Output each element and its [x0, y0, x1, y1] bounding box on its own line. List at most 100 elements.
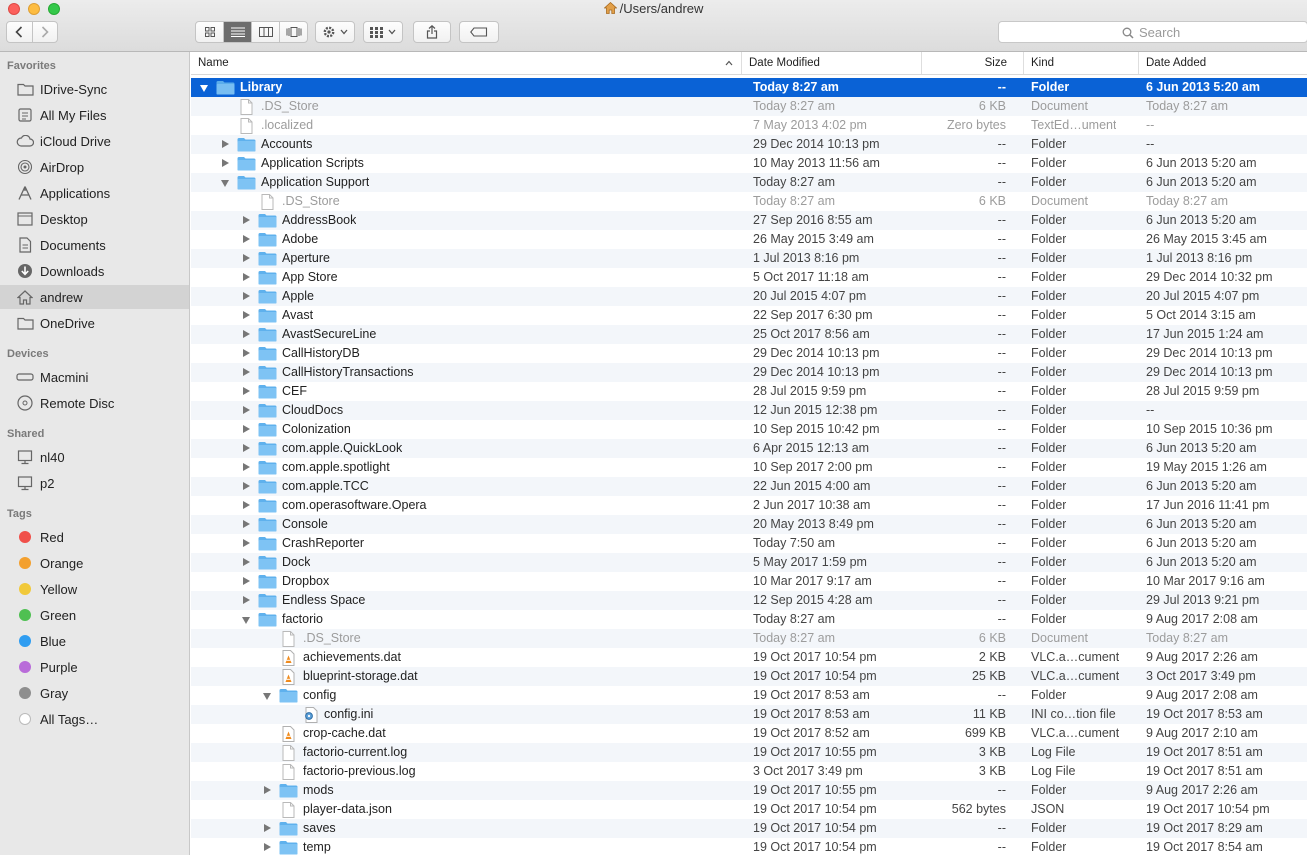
- folder-row[interactable]: Aperture 1 Jul 2013 8:16 pm -- Folder 1 Jul …: [191, 249, 1307, 268]
- sidebar-item-macmini[interactable]: Macmini: [0, 365, 189, 389]
- column-date-modified[interactable]: Date Modified: [741, 52, 921, 74]
- folder-row[interactable]: AddressBook 27 Sep 2016 8:55 am -- Folder 6 …: [191, 211, 1307, 230]
- sidebar-item-onedrive[interactable]: OneDrive: [0, 311, 189, 335]
- folder-row[interactable]: mods 19 Oct 2017 10:55 pm -- Folder 9 Aug 20…: [191, 781, 1307, 800]
- file-row[interactable]: .DS_Store Today 8:27 am 6 KB Document Today …: [191, 192, 1307, 211]
- cover-flow-view-button[interactable]: [280, 22, 307, 42]
- sidebar-tag-orange[interactable]: Orange: [0, 551, 189, 575]
- column-view-button[interactable]: [252, 22, 280, 42]
- icon-view-button[interactable]: [196, 22, 224, 42]
- disclosure-closed-icon[interactable]: [222, 159, 229, 167]
- folder-row[interactable]: config 19 Oct 2017 8:53 am -- Folder 9 Aug 2…: [191, 686, 1307, 705]
- disclosure-closed-icon[interactable]: [243, 482, 250, 490]
- folder-row[interactable]: Apple 20 Jul 2015 4:07 pm -- Folder 20 Jul 2…: [191, 287, 1307, 306]
- file-row[interactable]: .DS_Store Today 8:27 am 6 KB Document Today …: [191, 97, 1307, 116]
- folder-row[interactable]: Application Scripts 10 May 2013 11:56 am -…: [191, 154, 1307, 173]
- folder-row[interactable]: CrashReporter Today 7:50 am -- Folder 6 Jun …: [191, 534, 1307, 553]
- folder-row[interactable]: CEF 28 Jul 2015 9:59 pm -- Folder 28 Jul 201…: [191, 382, 1307, 401]
- folder-row[interactable]: CloudDocs 12 Jun 2015 12:38 pm -- Folder --: [191, 401, 1307, 420]
- sidebar-tag-yellow[interactable]: Yellow: [0, 577, 189, 601]
- folder-row[interactable]: temp 19 Oct 2017 10:54 pm -- Folder 19 Oct 2…: [191, 838, 1307, 855]
- disclosure-closed-icon[interactable]: [243, 596, 250, 604]
- disclosure-closed-icon[interactable]: [264, 786, 271, 794]
- sidebar-tag-purple[interactable]: Purple: [0, 655, 189, 679]
- folder-row[interactable]: Console 20 May 2013 8:49 pm -- Folder 6 Jun …: [191, 515, 1307, 534]
- disclosure-closed-icon[interactable]: [264, 843, 271, 851]
- sidebar-tag-red[interactable]: Red: [0, 525, 189, 549]
- folder-row[interactable]: Colonization 10 Sep 2015 10:42 pm -- Folder…: [191, 420, 1307, 439]
- folder-row[interactable]: Endless Space 12 Sep 2015 4:28 am -- Folder…: [191, 591, 1307, 610]
- disclosure-closed-icon[interactable]: [243, 330, 250, 338]
- action-menu-button[interactable]: [315, 21, 355, 43]
- disclosure-closed-icon[interactable]: [222, 140, 229, 148]
- folder-row[interactable]: Dock 5 May 2017 1:59 pm -- Folder 6 Jun 2013…: [191, 553, 1307, 572]
- column-date-added[interactable]: Date Added: [1138, 52, 1307, 74]
- column-size[interactable]: Size: [921, 52, 1013, 74]
- sidebar-item-p2[interactable]: p2: [0, 471, 189, 495]
- folder-row[interactable]: Adobe 26 May 2015 3:49 am -- Folder 26 May 2…: [191, 230, 1307, 249]
- sidebar-item-applications[interactable]: Applications: [0, 181, 189, 205]
- disclosure-closed-icon[interactable]: [243, 292, 250, 300]
- sidebar-tag-blue[interactable]: Blue: [0, 629, 189, 653]
- folder-row[interactable]: Application Support Today 8:27 am -- Folder…: [191, 173, 1307, 192]
- folder-row[interactable]: com.apple.QuickLook 6 Apr 2015 12:13 am --…: [191, 439, 1307, 458]
- disclosure-closed-icon[interactable]: [243, 425, 250, 433]
- folder-row[interactable]: Avast 22 Sep 2017 6:30 pm -- Folder 5 Oct 20…: [191, 306, 1307, 325]
- disclosure-closed-icon[interactable]: [243, 235, 250, 243]
- disclosure-open-icon[interactable]: [263, 693, 271, 700]
- sidebar-tag-all-tags[interactable]: All Tags…: [0, 707, 189, 731]
- folder-row[interactable]: Accounts 29 Dec 2014 10:13 pm -- Folder --: [191, 135, 1307, 154]
- disclosure-closed-icon[interactable]: [243, 406, 250, 414]
- sidebar-tag-gray[interactable]: Gray: [0, 681, 189, 705]
- list-view-button[interactable]: [224, 22, 252, 42]
- file-row[interactable]: factorio-previous.log 3 Oct 2017 3:49 pm 3…: [191, 762, 1307, 781]
- disclosure-closed-icon[interactable]: [243, 273, 250, 281]
- disclosure-open-icon[interactable]: [242, 617, 250, 624]
- sidebar-item-nl40[interactable]: nl40: [0, 445, 189, 469]
- disclosure-closed-icon[interactable]: [243, 349, 250, 357]
- disclosure-closed-icon[interactable]: [243, 463, 250, 471]
- sidebar-item-airdrop[interactable]: AirDrop: [0, 155, 189, 179]
- share-button[interactable]: [413, 21, 451, 43]
- file-row[interactable]: crop-cache.dat 19 Oct 2017 8:52 am 699 KB V…: [191, 724, 1307, 743]
- search-field[interactable]: Search: [998, 21, 1307, 43]
- forward-button[interactable]: [33, 22, 57, 42]
- folder-row[interactable]: com.apple.TCC 22 Jun 2015 4:00 am -- Folder…: [191, 477, 1307, 496]
- disclosure-closed-icon[interactable]: [243, 539, 250, 547]
- sidebar-item-icloud-drive[interactable]: iCloud Drive: [0, 129, 189, 153]
- folder-row[interactable]: Library Today 8:27 am -- Folder 6 Jun 2013 5…: [191, 78, 1307, 97]
- disclosure-closed-icon[interactable]: [243, 501, 250, 509]
- edit-tags-button[interactable]: [459, 21, 499, 43]
- sidebar-item-remote-disc[interactable]: Remote Disc: [0, 391, 189, 415]
- disclosure-closed-icon[interactable]: [243, 558, 250, 566]
- disclosure-closed-icon[interactable]: [243, 444, 250, 452]
- folder-row[interactable]: App Store 5 Oct 2017 11:18 am -- Folder 29 D…: [191, 268, 1307, 287]
- file-row[interactable]: .DS_Store Today 8:27 am 6 KB Document Today …: [191, 629, 1307, 648]
- folder-row[interactable]: AvastSecureLine 25 Oct 2017 8:56 am -- Fold…: [191, 325, 1307, 344]
- column-kind[interactable]: Kind: [1023, 52, 1138, 74]
- disclosure-open-icon[interactable]: [221, 180, 229, 187]
- disclosure-open-icon[interactable]: [200, 85, 208, 92]
- file-row[interactable]: achievements.dat 19 Oct 2017 10:54 pm 2 KB…: [191, 648, 1307, 667]
- column-name[interactable]: Name: [191, 52, 741, 74]
- disclosure-closed-icon[interactable]: [243, 520, 250, 528]
- file-row[interactable]: blueprint-storage.dat 19 Oct 2017 10:54 p…: [191, 667, 1307, 686]
- folder-row[interactable]: CallHistoryDB 29 Dec 2014 10:13 pm -- Folde…: [191, 344, 1307, 363]
- folder-row[interactable]: CallHistoryTransactions 29 Dec 2014 10:13…: [191, 363, 1307, 382]
- folder-row[interactable]: factorio Today 8:27 am -- Folder 9 Aug 2017 …: [191, 610, 1307, 629]
- file-row[interactable]: .localized 7 May 2013 4:02 pm Zero bytes Te…: [191, 116, 1307, 135]
- disclosure-closed-icon[interactable]: [243, 577, 250, 585]
- sidebar-tag-green[interactable]: Green: [0, 603, 189, 627]
- file-row[interactable]: player-data.json 19 Oct 2017 10:54 pm 562 …: [191, 800, 1307, 819]
- back-button[interactable]: [7, 22, 33, 42]
- folder-row[interactable]: Dropbox 10 Mar 2017 9:17 am -- Folder 10 Mar…: [191, 572, 1307, 591]
- folder-row[interactable]: saves 19 Oct 2017 10:54 pm -- Folder 19 Oct …: [191, 819, 1307, 838]
- sidebar-item-desktop[interactable]: Desktop: [0, 207, 189, 231]
- arrange-menu-button[interactable]: [363, 21, 403, 43]
- disclosure-closed-icon[interactable]: [243, 368, 250, 376]
- sidebar-item-downloads[interactable]: Downloads: [0, 259, 189, 283]
- folder-row[interactable]: com.apple.spotlight 10 Sep 2017 2:00 pm --…: [191, 458, 1307, 477]
- sidebar-item-idrive-sync[interactable]: IDrive-Sync: [0, 77, 189, 101]
- file-row[interactable]: config.ini 19 Oct 2017 8:53 am 11 KB INI co…: [191, 705, 1307, 724]
- sidebar-item-documents[interactable]: Documents: [0, 233, 189, 257]
